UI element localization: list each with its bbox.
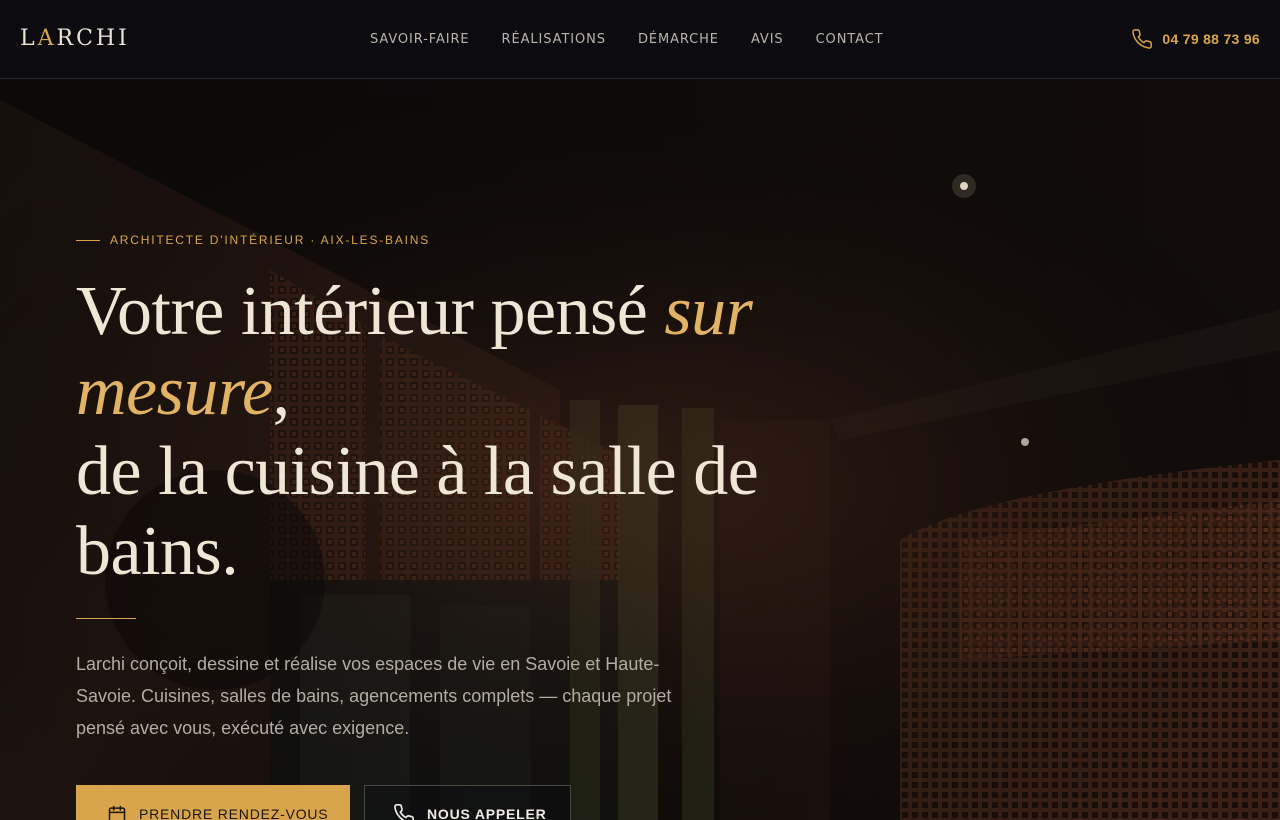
logo[interactable]: LARCHI — [20, 26, 130, 52]
nav-demarche[interactable]: DÉMARCHE — [638, 31, 719, 49]
main-nav: SAVOIR-FAIRE RÉALISATIONS DÉMARCHE AVIS … — [370, 31, 916, 49]
phone-number: 04 79 88 73 96 — [1162, 31, 1260, 47]
hero-lead: Larchi conçoit, dessine et réalise vos e… — [76, 654, 672, 738]
eyebrow-dash — [76, 239, 100, 241]
hero-section: ARCHITECTE D'INTÉRIEUR · AIX-LES-BAINS V… — [0, 80, 1280, 820]
hero-eyebrow: ARCHITECTE D'INTÉRIEUR · AIX-LES-BAINS — [76, 232, 430, 248]
phone-icon — [1132, 29, 1153, 49]
nav-realisations[interactable]: RÉALISATIONS — [502, 31, 606, 49]
call-us-button[interactable]: NOUS APPELER — [364, 785, 571, 820]
phone-icon — [394, 804, 414, 820]
book-appointment-button[interactable]: PRENDRE RENDEZ-VOUS — [76, 785, 350, 820]
eyebrow-text: ARCHITECTE D'INTÉRIEUR · AIX-LES-BAINS — [110, 233, 431, 247]
nav-contact[interactable]: CONTACT — [816, 31, 884, 49]
site-header: LARCHI SAVOIR-FAIRE RÉALISATIONS DÉMARCH… — [0, 0, 1280, 79]
header-phone-link[interactable]: 04 79 88 73 96 — [1131, 27, 1260, 51]
calendar-icon — [108, 805, 126, 820]
nav-savoir-faire[interactable]: SAVOIR-FAIRE — [370, 31, 470, 49]
nav-avis[interactable]: AVIS — [751, 31, 784, 49]
hero-divider — [76, 618, 136, 619]
hero-headline: Votre intérieur pensé sur mesure, de la c… — [76, 273, 759, 590]
